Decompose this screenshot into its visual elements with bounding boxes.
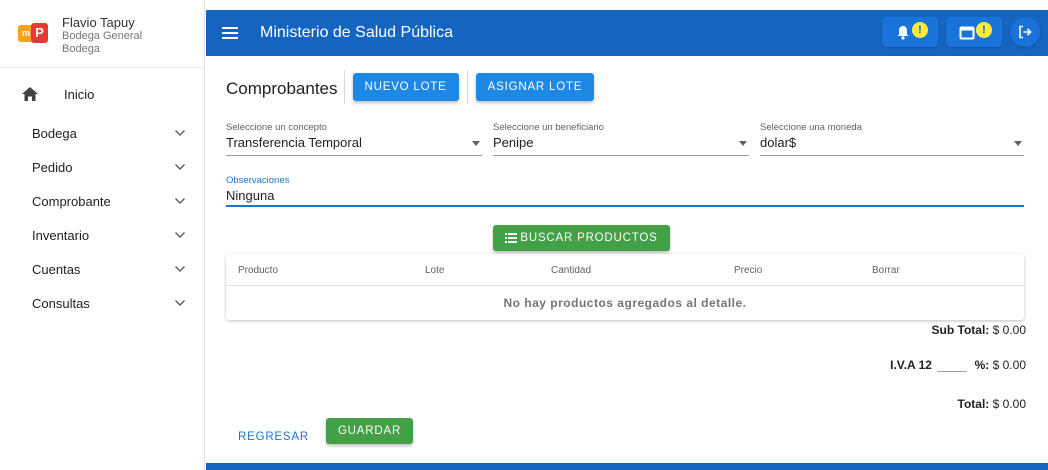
regresar-button[interactable]: REGRESAR (238, 424, 309, 450)
total-row: Total: $ 0.00 (958, 397, 1027, 411)
observaciones-label: Observaciones (226, 175, 290, 186)
chevron-down-icon (174, 299, 186, 307)
app-title: Ministerio de Salud Pública (260, 24, 453, 41)
sidebar-item-inicio[interactable]: Inicio (0, 74, 204, 114)
sidebar-item-label: Comprobante (32, 193, 111, 209)
nuevo-lote-button[interactable]: NUEVO LOTE (352, 73, 459, 101)
products-table: Producto Lote Cantidad Precio Borrar No … (226, 254, 1024, 320)
iva-value: $ 0.00 (992, 358, 1026, 372)
calendar-badge: ! (976, 22, 992, 38)
sidebar-nav: Inicio Bodega Pedido Comprobante Inventa… (0, 68, 204, 320)
sidebar-item-bodega[interactable]: Bodega (0, 116, 204, 150)
page-header: Comprobantes NUEVO LOTE ASIGNAR LOTE (226, 70, 595, 104)
page-title: Comprobantes (226, 70, 345, 104)
notifications-button[interactable]: ! (882, 17, 938, 47)
iva-suffix: %: (974, 358, 990, 372)
column-header-cantidad: Cantidad (551, 265, 592, 276)
sidebar-item-consultas[interactable]: Consultas (0, 286, 204, 320)
dropdown-arrow-icon (472, 141, 480, 146)
user-name: Flavio Tapuy (62, 15, 135, 30)
buscar-productos-label: BUSCAR PRODUCTOS (520, 232, 658, 244)
list-icon (505, 233, 518, 243)
logout-button[interactable] (1010, 17, 1040, 47)
guardar-button[interactable]: GUARDAR (326, 418, 413, 444)
beneficiario-label: Seleccione un beneficiario (493, 122, 604, 133)
iva-label: I.V.A 12 (890, 358, 932, 372)
chevron-down-icon (174, 231, 186, 239)
user-role: Bodega (62, 43, 100, 55)
concepto-value: Transferencia Temporal (226, 135, 362, 150)
user-warehouse: Bodega General (62, 30, 143, 42)
observaciones-field[interactable]: Observaciones Ninguna (226, 175, 1024, 207)
sidebar: m P Flavio Tapuy Bodega General Bodega I… (0, 0, 205, 470)
sidebar-item-label: Consultas (32, 295, 90, 311)
sidebar-item-inventario[interactable]: Inventario (0, 218, 204, 252)
logout-icon (1019, 25, 1032, 39)
divider (466, 70, 468, 104)
iva-row: I.V.A 12 %: $ 0.00 (890, 358, 1026, 372)
concepto-select[interactable]: Seleccione un concepto Transferencia Tem… (226, 122, 482, 156)
chevron-down-icon (174, 265, 186, 273)
dropdown-arrow-icon (739, 141, 747, 146)
column-header-borrar: Borrar (872, 265, 900, 276)
msp-logo: m P (18, 22, 48, 46)
column-header-lote: Lote (425, 265, 445, 276)
home-icon (22, 87, 38, 101)
moneda-label: Seleccione una moneda (760, 122, 862, 133)
top-app-bar: Ministerio de Salud Pública ! ! (206, 10, 1048, 56)
concepto-label: Seleccione un concepto (226, 122, 327, 133)
sidebar-item-label: Inventario (32, 227, 90, 243)
calendar-icon (959, 26, 975, 39)
total-value: $ 0.00 (992, 397, 1026, 411)
moneda-value: dolar$ (760, 135, 797, 150)
notifications-badge: ! (912, 22, 928, 38)
chevron-down-icon (174, 129, 186, 137)
chevron-down-icon (174, 197, 186, 205)
empty-table-message: No hay productos agregados al detalle. (503, 296, 747, 310)
subtotal-label: Sub Total: (931, 323, 990, 337)
sidebar-item-comprobante[interactable]: Comprobante (0, 184, 204, 218)
sidebar-item-label: Bodega (32, 125, 77, 141)
table-header: Producto Lote Cantidad Precio Borrar (226, 254, 1024, 286)
bottom-bar (206, 463, 1048, 470)
beneficiario-select[interactable]: Seleccione un beneficiario Penipe (493, 122, 749, 156)
sidebar-item-label: Cuentas (32, 261, 81, 277)
user-profile: m P Flavio Tapuy Bodega General Bodega (0, 0, 204, 68)
sidebar-item-pedido[interactable]: Pedido (0, 150, 204, 184)
subtotal-row: Sub Total: $ 0.00 (932, 323, 1027, 337)
calendar-button[interactable]: ! (946, 17, 1002, 47)
column-header-precio: Precio (734, 265, 763, 276)
menu-icon[interactable] (222, 26, 238, 40)
dropdown-arrow-icon (1014, 141, 1022, 146)
beneficiario-value: Penipe (493, 135, 534, 150)
iva-percent-input[interactable] (937, 360, 968, 372)
asignar-lote-button[interactable]: ASIGNAR LOTE (475, 73, 595, 101)
chevron-down-icon (174, 163, 186, 171)
sidebar-item-cuentas[interactable]: Cuentas (0, 252, 204, 286)
column-header-producto: Producto (238, 265, 279, 276)
observaciones-value: Ninguna (226, 188, 275, 203)
bell-icon (897, 25, 909, 40)
sidebar-item-label: Pedido (32, 159, 73, 175)
subtotal-value: $ 0.00 (992, 323, 1026, 337)
moneda-select[interactable]: Seleccione una moneda dolar$ (760, 122, 1024, 156)
buscar-productos-button[interactable]: BUSCAR PRODUCTOS (493, 225, 670, 251)
sidebar-item-label: Inicio (64, 86, 95, 102)
total-label: Total: (957, 397, 990, 411)
